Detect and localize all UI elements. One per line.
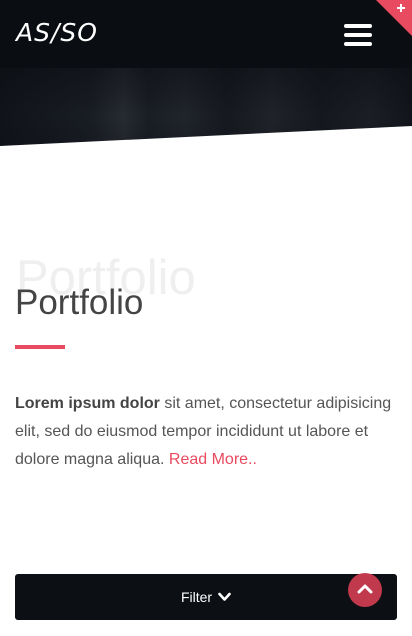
section-title: Portfolio	[15, 283, 144, 322]
chevron-up-icon	[357, 581, 373, 599]
hero-banner	[0, 68, 412, 146]
filter-label: Filter	[180, 589, 213, 605]
site-logo[interactable]: AS/SO	[16, 18, 98, 52]
filter-button[interactable]: Filter	[15, 574, 397, 620]
plus-icon[interactable]	[376, 0, 412, 36]
read-more-link[interactable]: Read More..	[169, 451, 257, 468]
site-header: AS/SO	[0, 0, 412, 146]
back-to-top-button[interactable]	[348, 573, 382, 607]
intro-bold: Lorem ipsum dolor	[15, 395, 160, 412]
section-intro: Lorem ipsum dolor sit amet, consectetur …	[15, 390, 397, 474]
hamburger-menu-icon[interactable]	[344, 24, 372, 46]
chevron-down-icon	[218, 592, 231, 602]
title-underline	[15, 345, 65, 349]
